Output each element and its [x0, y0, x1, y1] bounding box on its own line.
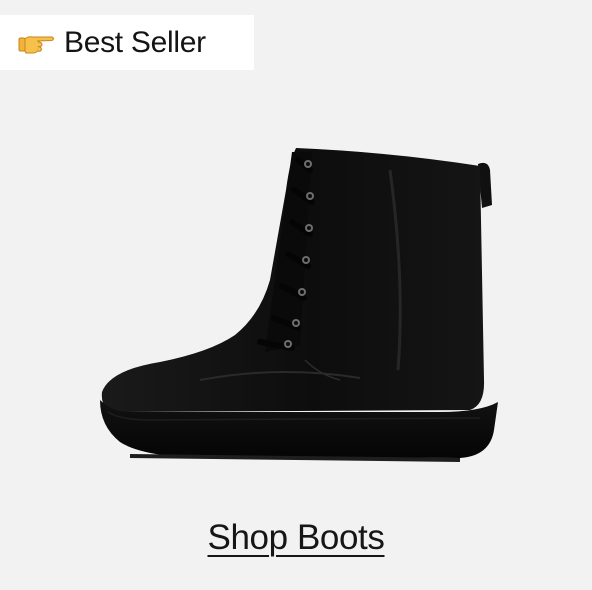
best-seller-badge: Best Seller	[0, 15, 254, 70]
cta-container: Shop Boots	[0, 518, 592, 558]
product-card[interactable]: Best Seller Shop Boots	[0, 0, 592, 590]
badge-label: Best Seller	[64, 25, 206, 59]
pointing-hand-icon	[18, 30, 56, 56]
shop-boots-link[interactable]: Shop Boots	[208, 518, 385, 557]
black-boot-illustration	[100, 148, 498, 462]
product-image[interactable]	[60, 130, 530, 490]
